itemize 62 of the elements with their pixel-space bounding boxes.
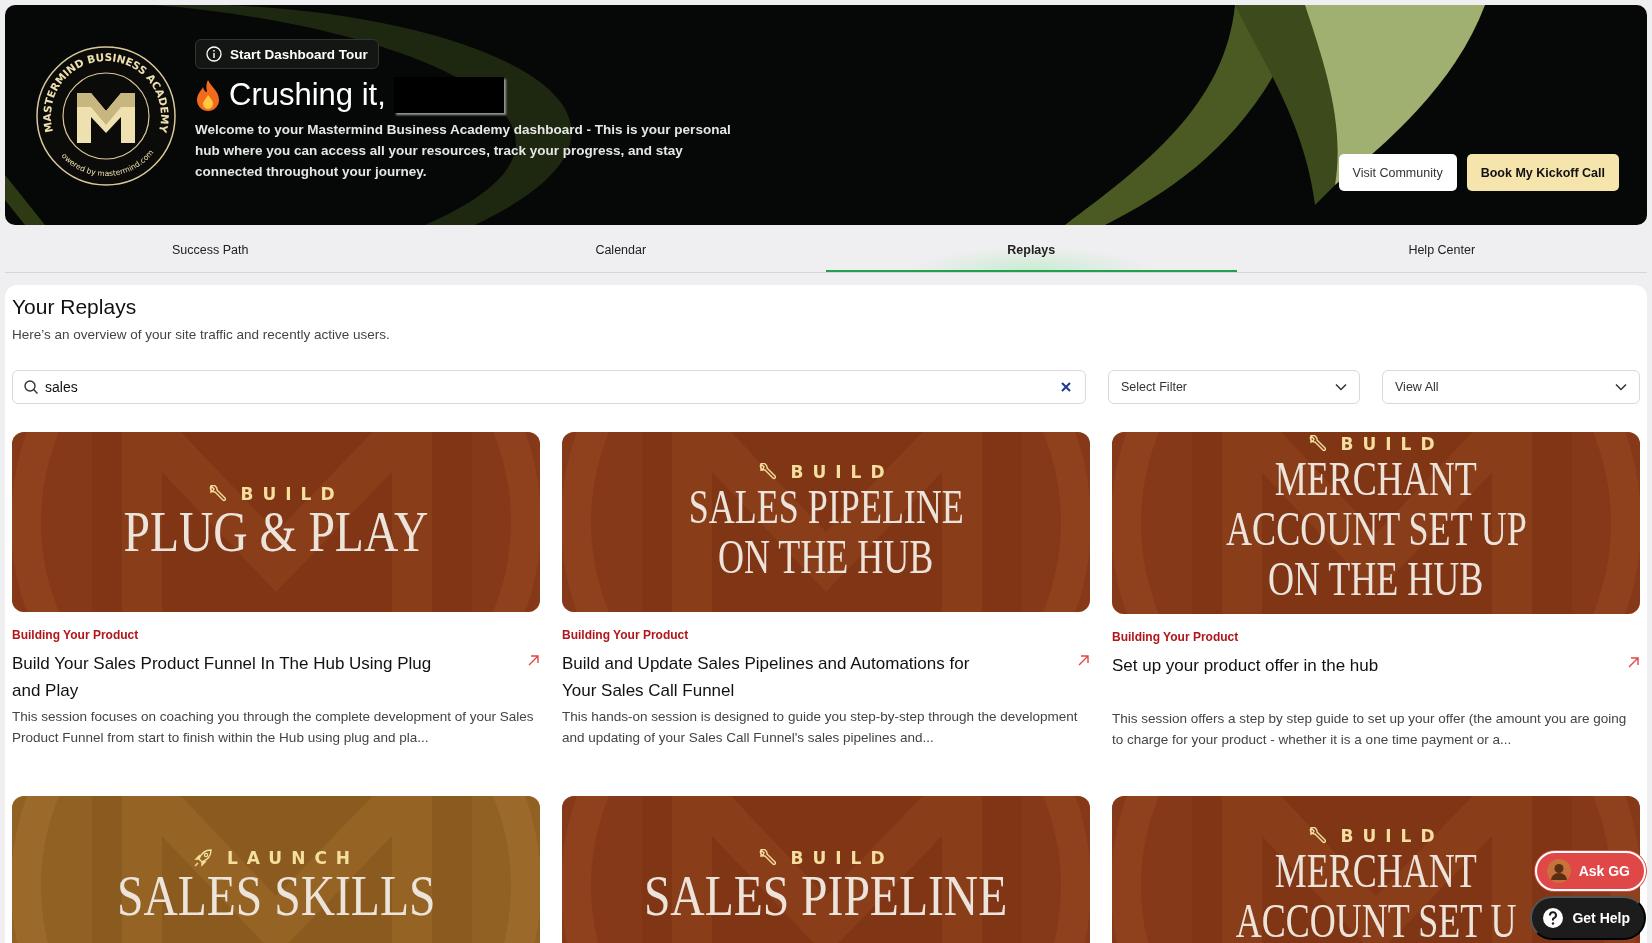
help-icon	[1542, 907, 1565, 929]
assistant-button[interactable]: Ask GG	[1534, 851, 1646, 891]
chevron-down-icon	[1335, 383, 1347, 391]
wrench-icon	[1308, 827, 1327, 845]
nav-tab[interactable]: Calendar	[415, 230, 826, 272]
arrow-up-right-icon[interactable]	[1627, 656, 1640, 669]
welcome-text: Welcome to your Mastermind Business Academy dashboard - This is your personal hub where you can access all your resources, track your progress, and stay connected throughout your journey.	[195, 121, 732, 181]
banner-label: BUILD	[790, 848, 894, 868]
fire-icon	[195, 79, 221, 111]
nav-tab[interactable]: Help Center	[1236, 230, 1647, 272]
arrow-up-right-icon[interactable]	[527, 654, 540, 667]
wrench-icon	[758, 849, 777, 867]
card-category: Building Your Product	[1112, 630, 1240, 644]
rocket-icon	[192, 848, 213, 868]
banner-title: SALES SKILLS	[116, 868, 436, 924]
greeting-heading: Crushing it,	[229, 77, 386, 113]
course-banner[interactable]: BUILD PLUG & PLAY	[12, 432, 540, 612]
wrench-icon	[1308, 435, 1327, 453]
wrench-icon	[208, 485, 227, 503]
clear-icon[interactable]	[1060, 381, 1072, 393]
get-help-button[interactable]: Get Help	[1530, 896, 1646, 940]
banner-title: ACCOUNT SET UP	[1225, 504, 1527, 554]
start-tour-button[interactable]: Start Dashboard Tour	[195, 39, 379, 69]
banner-title: MERCHANT	[1275, 846, 1477, 896]
search-icon	[23, 379, 39, 395]
course-banner[interactable]: BUILD SALES PIPELINE ON THE HUB	[562, 432, 1090, 612]
banner-title: ON THE HUB	[1268, 554, 1484, 604]
info-icon	[206, 46, 222, 62]
card-description: This session offers a step by step guide to set up your offer (the amount you are going to charge for your product - whether it is a one time payment or a...	[1112, 710, 1628, 749]
card-description: This session focuses on coaching you through the complete development of your Sales Product Funnel from start to finish within the Hub using plug and pla...	[12, 708, 535, 747]
banner-title: PLUG & PLAY	[123, 504, 429, 560]
page-title: Your Replays	[12, 295, 138, 319]
banner-label: BUILD	[1340, 826, 1444, 846]
community-button[interactable]: Visit Community	[1338, 154, 1457, 191]
card-description: This hands-on session is designed to guide you step-by-step through the development and updating of your Sales Call Funnel's sales pipelines and...	[562, 708, 1079, 747]
card-title[interactable]: Build and Update Sales Pipelines and Automations for Your Sales Call Funnel	[562, 650, 1002, 704]
kickoff-call-button[interactable]: Book My Kickoff Call	[1466, 154, 1619, 191]
card-category: Building Your Product	[562, 628, 690, 642]
banner-title: SALES PIPELINE	[644, 868, 1008, 924]
banner-title: ON THE HUB	[718, 532, 934, 582]
banner-title: SALES PIPELINE	[688, 482, 964, 532]
course-banner[interactable]: BUILD SALES PIPELINE	[562, 796, 1090, 943]
nav-tab[interactable]: Success Path	[5, 230, 416, 272]
course-banner[interactable]: LAUNCH SALES SKILLS	[12, 796, 540, 943]
card-category: Building Your Product	[12, 628, 140, 642]
banner-title: ACCOUNT SET U	[1235, 896, 1517, 943]
card-title[interactable]: Set up your product offer in the hub	[1112, 652, 1379, 679]
banner-title: MERCHANT	[1275, 454, 1477, 504]
search-field[interactable]: sales	[12, 370, 1086, 404]
arrow-up-right-icon[interactable]	[1077, 654, 1090, 667]
chevron-down-icon	[1615, 383, 1627, 391]
view-dropdown[interactable]: View All	[1382, 370, 1640, 404]
card-title[interactable]: Build Your Sales Product Funnel In The Hub Using Plug and Play	[12, 650, 452, 704]
filter-dropdown[interactable]: Select Filter	[1108, 370, 1360, 404]
banner-label: BUILD	[790, 462, 894, 482]
banner-label: BUILD	[1340, 434, 1444, 454]
page-subtitle: Here’s an overview of your site traffic and recently active users.	[12, 327, 391, 342]
wrench-icon	[758, 463, 777, 481]
course-banner[interactable]: BUILD MERCHANT ACCOUNT SET UP ON THE HUB	[1112, 432, 1640, 614]
banner-label: BUILD	[240, 484, 344, 504]
avatar-icon	[1546, 859, 1571, 883]
banner-label: LAUNCH	[226, 848, 360, 868]
